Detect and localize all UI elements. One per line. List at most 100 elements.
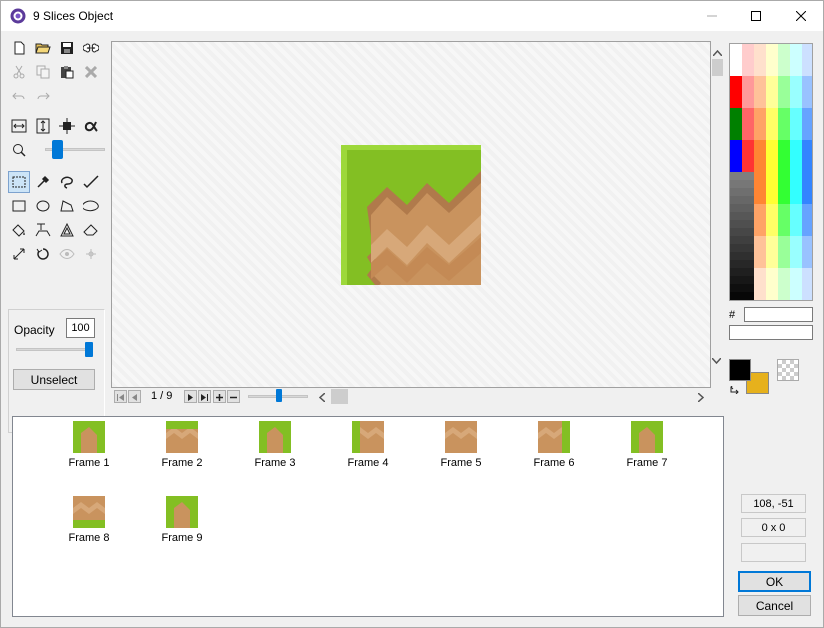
palette-swatch[interactable] xyxy=(766,60,778,68)
palette-swatch[interactable] xyxy=(754,124,766,132)
palette-swatch[interactable] xyxy=(802,236,812,244)
line-icon[interactable] xyxy=(8,243,30,265)
palette-swatch[interactable] xyxy=(730,76,742,84)
palette-swatch[interactable] xyxy=(730,284,742,292)
palette-swatch[interactable] xyxy=(766,124,778,132)
palette-swatch[interactable] xyxy=(778,132,790,140)
palette-swatch[interactable] xyxy=(778,236,790,244)
resize-height-icon[interactable] xyxy=(32,115,54,137)
palette-swatch[interactable] xyxy=(766,180,778,188)
palette-swatch[interactable] xyxy=(730,196,742,204)
delete-icon[interactable] xyxy=(80,61,102,83)
palette-swatch[interactable] xyxy=(790,228,802,236)
palette-swatch[interactable] xyxy=(754,292,766,300)
palette-swatch[interactable] xyxy=(754,228,766,236)
palette-swatch[interactable] xyxy=(790,60,802,68)
add-frame-button[interactable] xyxy=(213,390,226,403)
palette-swatch[interactable] xyxy=(742,52,754,60)
palette-swatch[interactable] xyxy=(802,220,812,228)
palette-swatch[interactable] xyxy=(778,108,790,116)
image-canvas[interactable] xyxy=(111,41,711,388)
frame-item[interactable]: Frame 1 xyxy=(43,417,135,487)
palette-swatch[interactable] xyxy=(754,164,766,172)
palette-swatch[interactable] xyxy=(802,68,812,76)
palette-swatch[interactable] xyxy=(754,116,766,124)
palette-swatch[interactable] xyxy=(754,212,766,220)
alpha-icon[interactable] xyxy=(80,115,102,137)
color-name-field[interactable] xyxy=(729,325,813,340)
palette-swatch[interactable] xyxy=(802,172,812,180)
palette-swatch[interactable] xyxy=(742,148,754,156)
foreground-color[interactable] xyxy=(729,359,751,381)
palette-swatch[interactable] xyxy=(766,116,778,124)
palette-swatch[interactable] xyxy=(802,212,812,220)
palette-swatch[interactable] xyxy=(742,268,754,276)
palette-swatch[interactable] xyxy=(766,84,778,92)
palette-swatch[interactable] xyxy=(766,284,778,292)
palette-swatch[interactable] xyxy=(802,60,812,68)
palette-swatch[interactable] xyxy=(790,156,802,164)
palette-swatch[interactable] xyxy=(802,260,812,268)
palette-swatch[interactable] xyxy=(742,284,754,292)
palette-swatch[interactable] xyxy=(730,116,742,124)
palette-swatch[interactable] xyxy=(778,220,790,228)
palette-swatch[interactable] xyxy=(778,140,790,148)
palette-swatch[interactable] xyxy=(802,148,812,156)
scroll-up-icon[interactable] xyxy=(712,45,723,59)
title-bar[interactable]: 9 Slices Object xyxy=(1,1,823,31)
palette-swatch[interactable] xyxy=(778,196,790,204)
palette-swatch[interactable] xyxy=(742,276,754,284)
palette-swatch[interactable] xyxy=(790,92,802,100)
palette-swatch[interactable] xyxy=(802,140,812,148)
palette-swatch[interactable] xyxy=(802,84,812,92)
palette-swatch[interactable] xyxy=(790,148,802,156)
palette-swatch[interactable] xyxy=(778,188,790,196)
palette-swatch[interactable] xyxy=(766,140,778,148)
palette-swatch[interactable] xyxy=(754,196,766,204)
palette-swatch[interactable] xyxy=(730,100,742,108)
palette-swatch[interactable] xyxy=(790,212,802,220)
palette-swatch[interactable] xyxy=(742,76,754,84)
opacity-slider-thumb[interactable] xyxy=(85,342,93,357)
palette-swatch[interactable] xyxy=(778,292,790,300)
palette-swatch[interactable] xyxy=(778,212,790,220)
palette-swatch[interactable] xyxy=(754,132,766,140)
palette-swatch[interactable] xyxy=(730,140,742,148)
palette-swatch[interactable] xyxy=(730,172,742,180)
palette-swatch[interactable] xyxy=(754,188,766,196)
palette-swatch[interactable] xyxy=(790,44,802,52)
palette-swatch[interactable] xyxy=(766,76,778,84)
palette-swatch[interactable] xyxy=(742,108,754,116)
cancel-button[interactable]: Cancel xyxy=(738,595,811,616)
palette-swatch[interactable] xyxy=(742,204,754,212)
palette-swatch[interactable] xyxy=(754,260,766,268)
triangle-icon[interactable] xyxy=(56,219,78,241)
new-icon[interactable] xyxy=(8,37,30,59)
palette-swatch[interactable] xyxy=(742,236,754,244)
ok-button[interactable]: OK xyxy=(738,571,811,592)
eye-icon[interactable] xyxy=(56,243,78,265)
palette-swatch[interactable] xyxy=(730,292,742,300)
palette-swatch[interactable] xyxy=(766,268,778,276)
palette-swatch[interactable] xyxy=(790,276,802,284)
palette-swatch[interactable] xyxy=(778,44,790,52)
undo-icon[interactable] xyxy=(8,85,30,107)
palette-swatch[interactable] xyxy=(802,156,812,164)
open-icon[interactable] xyxy=(32,37,54,59)
frame-item[interactable]: Frame 8 xyxy=(43,492,135,562)
palette-swatch[interactable] xyxy=(754,44,766,52)
scroll-left-icon[interactable] xyxy=(318,391,326,405)
palette-swatch[interactable] xyxy=(790,164,802,172)
palette-swatch[interactable] xyxy=(802,276,812,284)
remove-frame-button[interactable] xyxy=(227,390,240,403)
rounded-rect-icon[interactable] xyxy=(80,195,102,217)
palette-swatch[interactable] xyxy=(790,204,802,212)
palette-swatch[interactable] xyxy=(742,44,754,52)
palette-swatch[interactable] xyxy=(754,52,766,60)
palette-swatch[interactable] xyxy=(790,172,802,180)
palette-swatch[interactable] xyxy=(742,180,754,188)
palette-swatch[interactable] xyxy=(778,172,790,180)
palette-swatch[interactable] xyxy=(730,92,742,100)
palette-swatch[interactable] xyxy=(790,180,802,188)
palette-swatch[interactable] xyxy=(730,60,742,68)
